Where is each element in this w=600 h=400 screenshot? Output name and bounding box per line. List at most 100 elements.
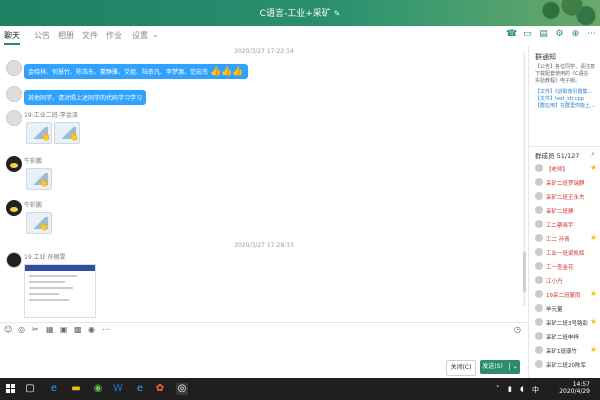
- notice-file-link[interactable]: 【文件】《进取落引题集...: [535, 89, 597, 96]
- notice-file-link[interactable]: 【文件】test_str.cpp: [535, 96, 597, 103]
- member-item[interactable]: 19采二班蒙雨 ★: [535, 288, 599, 300]
- cursor-hand-icon: 👆: [38, 178, 50, 188]
- settings-icon[interactable]: ⚙: [554, 29, 565, 40]
- tab-announcements[interactable]: 公告: [34, 30, 50, 41]
- member-item[interactable]: 工二蔡晓宇: [535, 218, 599, 230]
- member-name: 采矿1班康竹: [546, 349, 577, 355]
- member-name: 江小丹: [546, 279, 563, 285]
- right-panel: 群通知 【公告】各位同学，请注意 下载配套使用的《C语言 实验教程》电子版。 【…: [528, 46, 600, 378]
- folder-icon[interactable]: ▦: [46, 325, 54, 334]
- send-button[interactable]: 发送(S) ⌄: [480, 360, 520, 374]
- send-options-chevron-icon[interactable]: ⌄: [508, 363, 518, 370]
- star-icon: ★: [589, 233, 597, 242]
- avatar[interactable]: [6, 252, 22, 268]
- member-avatar: [535, 234, 543, 242]
- member-item[interactable]: 采矿二班3号路彭 ★: [535, 316, 599, 328]
- start-icon-part: [11, 389, 15, 393]
- scissors-icon[interactable]: ✂: [32, 325, 39, 334]
- member-name: 19采二班蒙雨: [546, 293, 581, 299]
- word-icon[interactable]: W: [112, 383, 124, 395]
- avatar[interactable]: [6, 156, 22, 172]
- file-explorer-icon[interactable]: ▬: [70, 383, 82, 395]
- image-message[interactable]: [24, 264, 96, 318]
- windows-start-icon[interactable]: [6, 384, 16, 394]
- task-view-icon[interactable]: ▢: [24, 383, 36, 395]
- history-icon[interactable]: ◷: [514, 325, 521, 334]
- thumbs-up-icon: 👍👍👍: [209, 67, 244, 77]
- member-item[interactable]: 工一查金花: [535, 260, 599, 272]
- chevron-down-icon[interactable]: ⌄: [152, 30, 159, 39]
- member-item[interactable]: 工业一班梁凯辉: [535, 246, 599, 258]
- phone-icon[interactable]: ☎: [506, 29, 517, 40]
- tab-files[interactable]: 文件: [82, 30, 98, 41]
- member-name: 工二蔡晓宇: [546, 223, 574, 229]
- member-avatar: [535, 276, 543, 284]
- add-icon[interactable]: ⊕: [570, 29, 581, 40]
- video-call-icon[interactable]: ▭: [522, 29, 533, 40]
- search-icon[interactable]: ⌕: [591, 150, 595, 159]
- member-item[interactable]: 江小丹: [535, 274, 599, 286]
- app-icon[interactable]: ◉: [92, 383, 104, 395]
- member-item[interactable]: 工二 孙青 ★: [535, 232, 599, 244]
- scrollbar-thumb[interactable]: [523, 252, 526, 292]
- member-avatar: [535, 290, 543, 298]
- ie-icon[interactable]: e: [134, 383, 146, 395]
- star-icon: ★: [589, 163, 597, 172]
- edge-icon[interactable]: e: [48, 383, 60, 395]
- member-item[interactable]: 采矿二班20陈军: [535, 358, 599, 370]
- member-name: 采矿二班20陈军: [546, 363, 586, 369]
- member-name: 采矿二班静: [546, 209, 574, 215]
- window-title-text: C语言-工业+采矿: [259, 9, 331, 19]
- members-title: 群成员 51/127: [535, 152, 580, 160]
- star-icon: ★: [589, 345, 597, 354]
- network-icon[interactable]: ▮: [508, 385, 512, 393]
- avatar[interactable]: [6, 86, 22, 102]
- member-item[interactable]: 【老师】 ★: [535, 162, 599, 174]
- document-icon[interactable]: ▤: [538, 29, 549, 40]
- member-name: 工一查金花: [546, 265, 574, 271]
- tab-assignments[interactable]: 作业: [106, 30, 122, 41]
- member-item[interactable]: 采矿1班康竹 ★: [535, 344, 599, 356]
- more-icon[interactable]: ⋯: [586, 29, 597, 40]
- member-avatar: [535, 304, 543, 312]
- avatar[interactable]: [6, 60, 22, 76]
- system-clock[interactable]: 14:57 2020/4/29: [559, 381, 590, 395]
- sender-name: 19 工业 孙丽雯: [24, 254, 66, 261]
- close-button[interactable]: 关闭(C): [446, 360, 476, 376]
- tray-arrow-icon[interactable]: ˄: [496, 385, 500, 393]
- tab-album[interactable]: 相册: [58, 30, 74, 41]
- microphone-icon[interactable]: ◉: [88, 325, 95, 334]
- ime-icon[interactable]: 中: [532, 385, 539, 395]
- clock-date: 2020/4/29: [559, 388, 590, 395]
- start-icon-part: [6, 389, 10, 393]
- scrollbar[interactable]: [523, 52, 526, 306]
- member-item[interactable]: 采矿二班静: [535, 204, 599, 216]
- avatar[interactable]: [6, 110, 22, 126]
- member-item[interactable]: 采矿二班申梓: [535, 330, 599, 342]
- member-item[interactable]: 采矿二班王永杰: [535, 190, 599, 202]
- cursor-hand-icon: 👆: [68, 132, 80, 142]
- grid-icon[interactable]: ▩: [74, 325, 82, 334]
- gif-icon[interactable]: ◎: [18, 325, 25, 334]
- more-tools-icon[interactable]: ⋯: [102, 325, 110, 334]
- member-avatar: [535, 318, 543, 326]
- emoji-icon[interactable]: ☺: [4, 325, 12, 334]
- tab-chat[interactable]: 聊天: [4, 30, 20, 45]
- active-window-icon[interactable]: ◎: [176, 383, 188, 395]
- star-icon: ★: [589, 289, 597, 298]
- star-icon: ★: [589, 317, 597, 326]
- notice-app-link[interactable]: 【群应用】在群里你能上...: [535, 103, 597, 110]
- composer-toolbar: ☺ ◎ ✂ ▦ ▣ ▩ ◉ ⋯ ◷: [0, 322, 528, 337]
- volume-icon[interactable]: ◖: [520, 385, 524, 393]
- edit-icon[interactable]: ✎: [334, 9, 341, 18]
- notice-title: 群通知: [535, 53, 556, 61]
- tab-settings[interactable]: 设置: [132, 30, 148, 41]
- member-item[interactable]: 毕元量: [535, 302, 599, 314]
- member-avatar: [535, 346, 543, 354]
- divider: [529, 146, 600, 147]
- member-item[interactable]: 采矿二班罗瑞麒: [535, 176, 599, 188]
- chat-area: 2020/3/27 17:22:14 金晓祥、何慧竹、陈浩东、蒙静雅、艾姐、陆依…: [0, 46, 528, 318]
- tencent-app-icon[interactable]: ✿: [154, 383, 166, 395]
- image-icon[interactable]: ▣: [60, 325, 68, 334]
- avatar[interactable]: [6, 200, 22, 216]
